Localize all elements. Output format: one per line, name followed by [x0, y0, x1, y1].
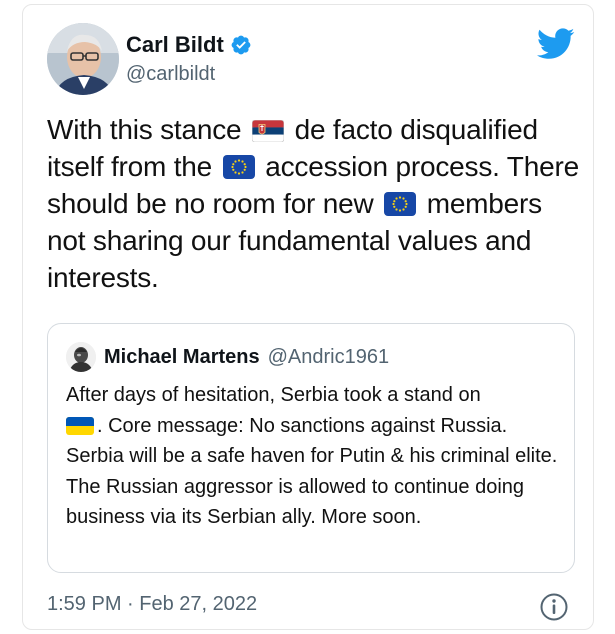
- quoted-author-name[interactable]: Michael Martens: [104, 346, 260, 369]
- quoted-author-row: Michael Martens @Andric1961: [104, 346, 389, 369]
- tweet-text-part: With this stance: [47, 114, 250, 145]
- eu-flag-icon: [384, 192, 417, 216]
- tweet-card: Carl Bildt @carlbildt With this stance d…: [22, 4, 594, 630]
- ukraine-flag-icon: [66, 416, 94, 435]
- author-handle[interactable]: @carlbildt: [126, 63, 215, 86]
- author-name[interactable]: Carl Bildt: [126, 32, 224, 58]
- avatar[interactable]: [47, 23, 119, 95]
- tweet-timestamp[interactable]: 1:59 PM · Feb 27, 2022: [47, 593, 257, 616]
- quoted-avatar[interactable]: [66, 342, 96, 372]
- serbia-flag-icon: [252, 120, 285, 142]
- author-row: Carl Bildt: [126, 31, 252, 59]
- quoted-tweet-text: After days of hesitation, Serbia took a …: [66, 380, 562, 533]
- quoted-text-part: After days of hesitation, Serbia took a …: [66, 384, 481, 406]
- avatar-image: [47, 23, 119, 95]
- quoted-avatar-image: [66, 342, 96, 372]
- quoted-author-handle[interactable]: @Andric1961: [268, 346, 389, 369]
- info-icon[interactable]: [539, 592, 569, 622]
- quoted-text-part: . Core message: No sanctions against Rus…: [66, 414, 558, 529]
- twitter-bird-icon[interactable]: [537, 27, 575, 61]
- quoted-tweet[interactable]: Michael Martens @Andric1961 After days o…: [47, 323, 575, 573]
- eu-flag-icon: [222, 155, 255, 179]
- verified-badge-icon: [231, 35, 251, 55]
- tweet-text: With this stance de facto disqualified i…: [47, 111, 581, 296]
